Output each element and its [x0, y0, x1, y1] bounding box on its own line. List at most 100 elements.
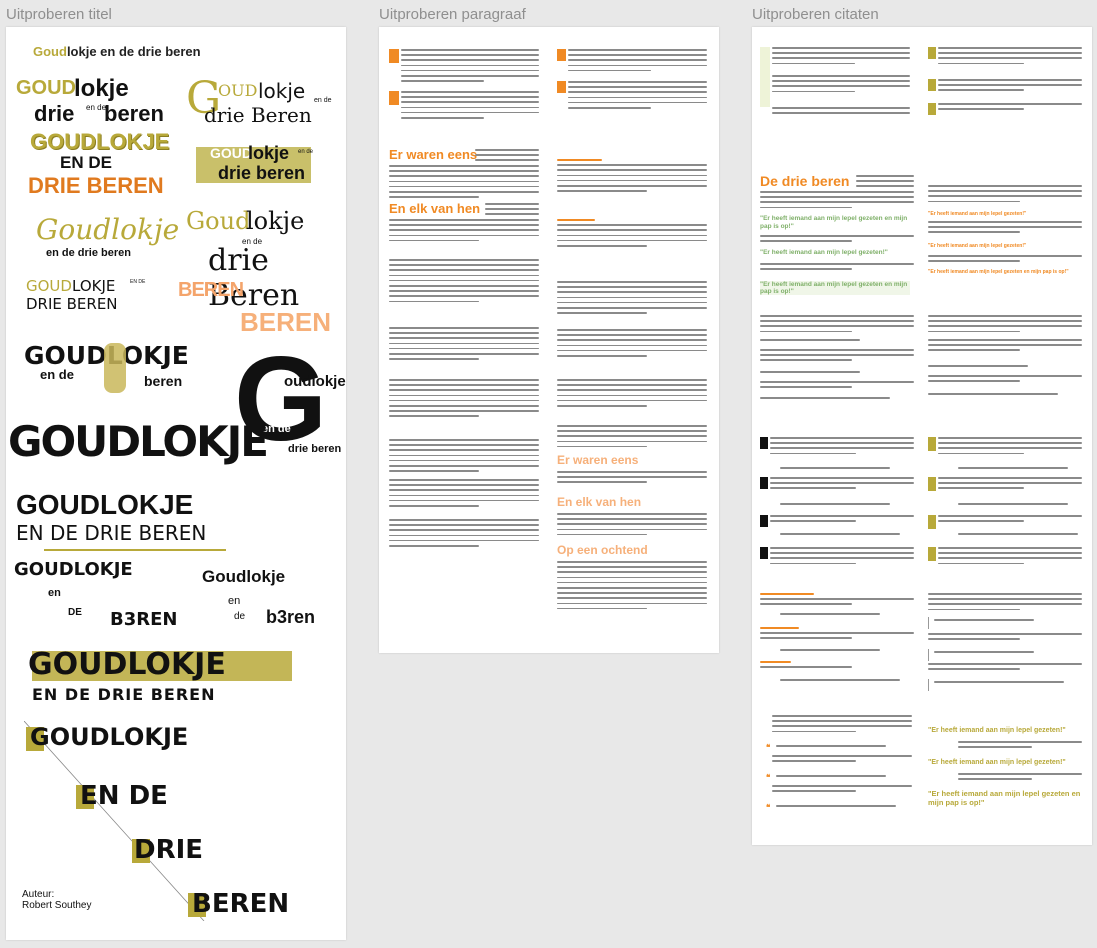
title-v10-ornament — [104, 343, 126, 393]
quotes-lines-21 — [928, 339, 1082, 355]
title-variant-6: Goudlokje en de drie beren — [36, 213, 180, 263]
dropcap-left-2 — [389, 91, 399, 105]
dropcap-left-1 — [389, 49, 399, 63]
quotes-lines-48 — [934, 651, 1034, 656]
title-v14-line2: B3REN — [110, 609, 178, 630]
artboard-titles[interactable]: Goudlokje en de drie beren GOUD lokje dr… — [6, 27, 346, 940]
quote-rule-2 — [928, 649, 929, 661]
artboard-paragraph[interactable]: Er waren eens En elk van hen Er waren ee… — [379, 27, 719, 653]
author-label: Auteur: — [22, 889, 55, 900]
quote-dropcap-1 — [928, 47, 936, 59]
quotes-lines-36 — [938, 515, 1082, 525]
quotes-lines-39 — [760, 593, 914, 609]
quote-dropcap-11 — [928, 547, 936, 561]
title-v2-lokje: lokje — [74, 75, 129, 102]
quotes-lines-12 — [928, 221, 1082, 237]
quotes-lines-10 — [760, 263, 914, 273]
quotes-lines-6 — [938, 103, 1082, 113]
quotes-lines-46 — [934, 619, 1034, 624]
quotes-lines-17 — [760, 371, 860, 376]
quotes-lines-57 — [958, 741, 1082, 751]
quotes-lines-53 — [772, 755, 912, 765]
title-v8-goud: GOUD — [26, 277, 72, 295]
quote-dropcap-7 — [760, 547, 768, 559]
paragraph-heading-4: En elk van hen — [557, 495, 642, 509]
title-v6-line1: Goudlokje — [36, 213, 180, 246]
title-v16-line2: EN DE DRIE BEREN — [32, 685, 216, 704]
quotes-lines-32 — [938, 437, 1082, 458]
paragraph-lines-5 — [485, 203, 539, 219]
quotes-lines-5 — [938, 79, 1082, 95]
quotes-lines-11 — [928, 185, 1082, 206]
title-v11-line1: oudlokje — [284, 373, 346, 390]
quotes-lines-31 — [770, 547, 914, 568]
quotes-lines-51 — [772, 715, 912, 736]
title-v15-line2: b3ren — [266, 607, 316, 627]
title-variant-9: BEREN BEREN — [178, 279, 338, 339]
quotes-lines-2 — [772, 75, 910, 96]
title-v10-en-de: en de — [40, 367, 74, 382]
paragraph-lines-r11 — [557, 561, 707, 613]
quotes-lines-58 — [958, 773, 1082, 783]
quote-text-5: "Er heeft iemand aan mijn lepel gezeten!… — [928, 243, 1027, 249]
title-v8-lokje: LOKJE — [72, 277, 116, 295]
title-variant-13: GOUDLOKJE EN DE DRIE BEREN — [14, 489, 314, 553]
quotes-lines-43 — [760, 661, 914, 671]
quotes-lines-3 — [772, 107, 910, 117]
quotes-lines-1 — [772, 47, 910, 68]
title-v1-part2: lokje en de drie beren — [66, 44, 201, 59]
title-v8-line2: DRIE BEREN — [26, 295, 118, 313]
title-v13-line2: EN DE DRIE BEREN — [16, 521, 207, 545]
paragraph-heading-5: Op een ochtend — [557, 543, 648, 557]
quote-dropcap-2 — [928, 79, 936, 91]
quote-dropcap-9 — [928, 477, 936, 491]
paragraph-heading-1: Er waren eens — [389, 147, 478, 162]
title-v4-line1: GOUDLOKJE — [30, 129, 170, 154]
quotes-lines-42 — [780, 649, 880, 654]
paragraph-lines-r3 — [557, 159, 707, 195]
title-v5-line2: drie beren — [218, 163, 306, 183]
quotes-lines-33 — [958, 467, 1068, 472]
paragraph-lines-11 — [389, 479, 539, 510]
title-v3-line2: drie Beren — [204, 103, 312, 127]
quote-big-1: "Er heeft iemand aan mijn lepel gezeten!… — [928, 727, 1066, 734]
artboard-quotes[interactable]: De drie beren "Er heeft iemand aan mijn … — [752, 27, 1092, 845]
paragraph-lines-3 — [475, 149, 539, 165]
quote-dropcap-10 — [928, 515, 936, 529]
quote-dropcap-6 — [760, 515, 768, 527]
author-name: Robert Southey — [22, 900, 92, 911]
dropcap-right-1 — [557, 49, 566, 61]
title-v5-en-de: en de — [298, 149, 314, 155]
title-v16-line1: GOUDLOKJE — [28, 647, 226, 682]
quotes-lines-49 — [928, 663, 1082, 673]
quotes-lines-27 — [770, 477, 914, 493]
board-title-quotes[interactable]: Uitproberen citaten — [752, 6, 879, 23]
quote-side-bar — [760, 47, 770, 107]
quotes-lines-8 — [760, 191, 914, 212]
title-v14-en: en — [48, 587, 61, 599]
quote-big-2: "Er heeft iemand aan mijn lepel gezeten!… — [928, 759, 1066, 766]
paragraph-lines-12 — [389, 519, 539, 550]
title-v9-line1: BEREN — [178, 279, 244, 301]
paragraph-lines-4 — [389, 165, 539, 201]
quotes-lines-56 — [776, 805, 896, 810]
quote-text-4: "Er heeft iemand aan mijn lepel gezeten!… — [928, 211, 1027, 217]
paragraph-heading-2: En elk van hen — [389, 201, 481, 216]
title-v2-beren: beren — [104, 101, 164, 126]
quote-dropcap-4 — [760, 437, 768, 449]
title-v15-line1: Goudlokje — [202, 567, 286, 586]
quote-text-3: "Er heeft iemand aan mijn lepel gezeten … — [760, 281, 910, 295]
title-v17-line2: EN DE — [80, 781, 168, 811]
paragraph-lines-r4 — [557, 219, 707, 250]
paragraph-lines-r9 — [557, 471, 707, 487]
quotes-lines-7 — [856, 175, 914, 191]
paragraph-lines-r7 — [557, 379, 707, 410]
author-block: Auteur: Robert Southey — [22, 889, 92, 911]
quotes-lines-14 — [760, 315, 914, 336]
board-title-paragraph[interactable]: Uitproberen paragraaf — [379, 6, 526, 23]
board-title-titles[interactable]: Uitproberen titel — [6, 6, 112, 23]
title-variant-7: Goud lokje en de drie Beren — [186, 205, 341, 313]
quotes-lines-52 — [776, 745, 886, 750]
quote-dropcap-5 — [760, 477, 768, 489]
title-variant-1: Goudlokje en de drie beren — [33, 44, 201, 59]
